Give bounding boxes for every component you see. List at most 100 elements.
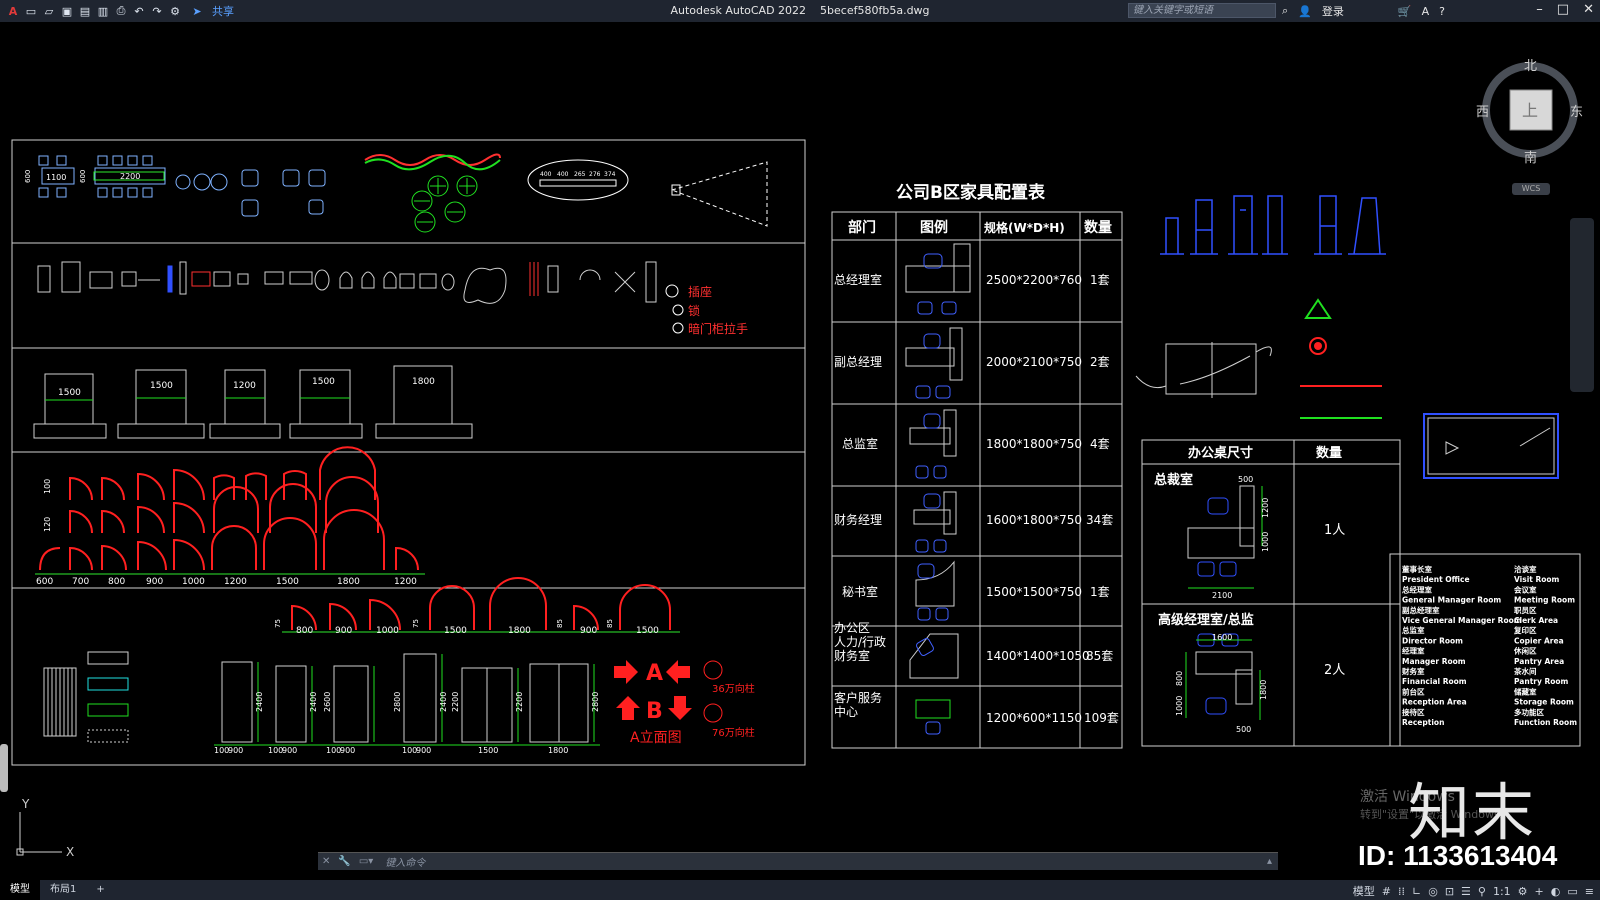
print-icon[interactable]: ⎙ [114, 4, 128, 18]
room-list-item: Meeting Room [1514, 596, 1575, 605]
polar-icon[interactable]: ◎ [1428, 885, 1438, 898]
desk-header-qty: 数量 [1316, 445, 1342, 461]
door-bottom-100c: 100 [326, 746, 341, 755]
door2-small-1: 75 [274, 619, 282, 628]
room-list-item: 储藏室 [1514, 686, 1537, 696]
scale-button[interactable]: 1:1 [1493, 885, 1511, 898]
fullscreen-icon[interactable]: ▭ [1567, 885, 1577, 898]
viewcube-west[interactable]: 西 [1476, 105, 1489, 120]
isolate-icon[interactable]: ◐ [1551, 885, 1561, 898]
ft-row-spec: 1400*1400*1050 [986, 649, 1090, 663]
room-list-item: Clerk Area [1514, 616, 1558, 625]
minimize-icon[interactable]: – [1536, 2, 1543, 17]
open-file-icon[interactable]: ▱ [42, 4, 56, 18]
grid-icon[interactable]: # [1382, 885, 1391, 898]
osnap-icon[interactable]: ⊡ [1445, 885, 1454, 898]
workspace-icon[interactable]: ⚙ [168, 4, 182, 18]
snap-icon[interactable]: ⁞⁞ [1398, 885, 1405, 898]
command-close-icon[interactable]: ✕ [318, 856, 334, 867]
settings-icon[interactable]: ⚙ [1518, 885, 1528, 898]
undo-icon[interactable]: ↶ [132, 4, 146, 18]
legend-lock: 锁 [688, 303, 700, 318]
add-icon[interactable]: + [1535, 885, 1544, 898]
login-button[interactable]: 登录 [1322, 3, 1344, 19]
navigation-bar[interactable] [1570, 218, 1594, 392]
ft-dept-line: 财务室 [834, 648, 870, 663]
desk-dim: 800 [1175, 671, 1184, 686]
ft-dept-line: 人力/行政 [834, 635, 886, 649]
autodesk-app-icon[interactable]: A [1422, 5, 1430, 18]
tab-model[interactable]: 模型 [0, 880, 40, 900]
search-icon[interactable]: ⌕ [1282, 4, 1288, 18]
annotation-icon[interactable]: ⚲ [1478, 885, 1486, 898]
menu-icon[interactable]: ≡ [1585, 885, 1594, 898]
door-width-1200b: 1200 [394, 577, 417, 587]
furniture-table-title: 公司B区家具配置表 [896, 182, 1046, 203]
door2-width-1500: 1500 [444, 626, 467, 636]
room-list-item: Pantry Room [1514, 677, 1569, 686]
linewidth-icon[interactable]: ☰ [1461, 885, 1471, 898]
maximize-icon[interactable]: □ [1557, 2, 1569, 17]
title-bar: A ▭ ▱ ▣ ▤ ▥ ⎙ ↶ ↷ ⚙ ➤ 共享 Autodesk AutoCA… [0, 0, 1600, 22]
desk-dim: 1600 [1212, 633, 1232, 642]
desk-dim: 1000 [1175, 696, 1184, 716]
desk-row-name: 总裁室 [1154, 472, 1193, 488]
left-drag-handle[interactable] [0, 744, 8, 792]
wcs-dropdown[interactable]: WCS [1512, 183, 1550, 195]
redo-icon[interactable]: ↷ [150, 4, 164, 18]
save-icon[interactable]: ▣ [60, 4, 74, 18]
ellipse-dims: 400 400 265 276 374 [540, 171, 616, 178]
bed-dim-2: 1500 [150, 381, 173, 391]
command-history-icon[interactable]: ▭▾ [355, 856, 377, 867]
row-tables: 1100 600 2200 600 400 400 265 276 374 [24, 153, 768, 233]
row-doors: 100 120 600 700 800 900 1000 1200 1500 1… [35, 446, 425, 587]
room-list-item: 会议室 [1514, 584, 1537, 594]
ucs-y-label: Y [21, 797, 30, 811]
autocad-logo-icon[interactable]: A [6, 4, 20, 18]
table-dim-600: 600 [24, 170, 32, 183]
viewcube-south[interactable]: 南 [1524, 150, 1537, 166]
door-bottom-900d: 900 [416, 746, 431, 755]
door-bottom-100: 100 [214, 746, 229, 755]
command-customize-icon[interactable]: 🔧 [334, 856, 354, 867]
model-space-button[interactable]: 模型 [1353, 883, 1375, 899]
plot-icon[interactable]: ▥ [96, 4, 110, 18]
elevation-title: A立面图 [630, 730, 682, 746]
door-width-1000: 1000 [182, 577, 205, 587]
quick-access-toolbar: A ▭ ▱ ▣ ▤ ▥ ⎙ ↶ ↷ ⚙ ➤ 共享 [0, 3, 234, 19]
new-file-icon[interactable]: ▭ [24, 4, 38, 18]
command-input[interactable]: 键入命令 [377, 854, 1261, 869]
close-icon[interactable]: ✕ [1583, 2, 1594, 17]
viewcube-top[interactable]: 上 [1522, 101, 1538, 120]
add-layout-button[interactable]: + [86, 880, 114, 900]
save-as-icon[interactable]: ▤ [78, 4, 92, 18]
desk-dim: 1000 [1261, 532, 1270, 552]
door2-width-900b: 900 [580, 626, 597, 636]
cart-icon[interactable]: 🛒 [1398, 5, 1412, 18]
ft-legend-icons [905, 243, 971, 735]
ortho-icon[interactable]: ∟ [1412, 885, 1421, 898]
room-list-item: 副总经理室 [1402, 605, 1440, 615]
ft-header-spec: 规格(W*D*H) [984, 220, 1065, 235]
help-icon[interactable]: ? [1439, 5, 1445, 18]
ucs-x-label: X [66, 845, 74, 859]
door-height-8: 2800 [591, 692, 600, 712]
room-list-item: 休闲区 [1513, 646, 1537, 656]
viewcube-north[interactable]: 北 [1524, 59, 1537, 74]
ft-row-dept: 总经理室 [834, 272, 882, 287]
share-icon[interactable]: ➤ [190, 4, 204, 18]
room-list-item: 经理室 [1402, 646, 1425, 656]
command-scroll-icon[interactable]: ▴ [1261, 856, 1278, 867]
viewcube[interactable]: 上 北 南 东 西 [1476, 59, 1583, 166]
share-button[interactable]: 共享 [212, 3, 234, 19]
viewcube-east[interactable]: 东 [1570, 105, 1583, 120]
command-line[interactable]: ✕ 🔧 ▭▾ 键入命令 ▴ [318, 852, 1278, 870]
desk-row-qty: 1人 [1324, 523, 1345, 538]
tab-layout1[interactable]: 布局1 [40, 880, 86, 900]
drawing-canvas[interactable]: 1100 600 2200 600 400 400 265 276 374 插座… [0, 22, 1600, 880]
room-list-left: 董事长室President Office总经理室 General Manager … [1401, 564, 1522, 727]
search-input[interactable]: 键入关键字或短语 [1128, 3, 1276, 18]
user-icon[interactable]: 👤 [1298, 5, 1312, 18]
ft-row-qty: 109套 [1084, 711, 1119, 725]
ellipse-dim-3: 265 [574, 171, 586, 178]
